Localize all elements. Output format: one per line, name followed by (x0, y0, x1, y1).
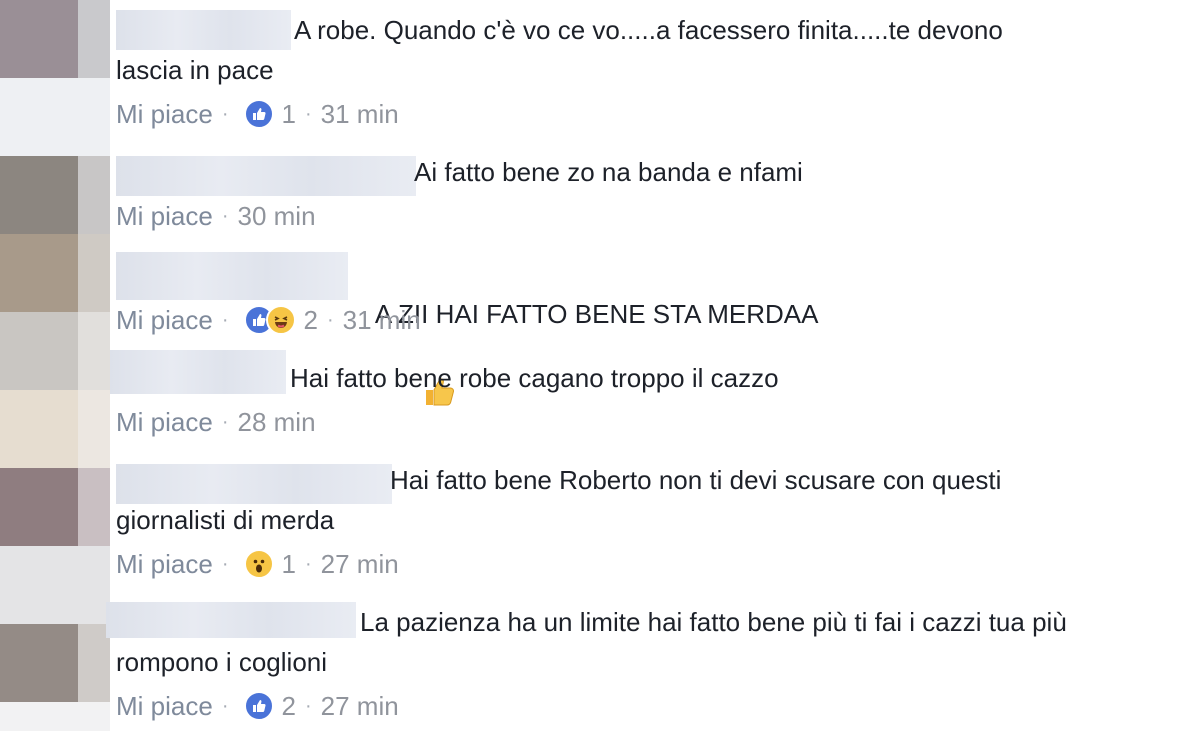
like-link[interactable]: Mi piace (116, 302, 213, 338)
separator-dot: · (221, 695, 229, 717)
avatar (0, 312, 78, 390)
comment-text: A robe. Quando c'è vo ce vo.....a facess… (116, 15, 1003, 85)
reaction-count[interactable]: 2 (304, 302, 318, 338)
author-name-redacted[interactable] (116, 252, 348, 300)
like-link[interactable]: Mi piace (116, 96, 213, 132)
wow-reaction-icon (243, 549, 274, 579)
comment-meta: Mi piace · 1 · 27 min (116, 546, 399, 582)
timestamp[interactable]: 31 min (343, 302, 421, 338)
separator-dot: · (221, 553, 229, 575)
comment-text: Ai fatto bene zo na banda e nfami (414, 157, 803, 187)
avatar (78, 156, 110, 234)
like-reaction-icon (243, 691, 274, 721)
avatar (78, 0, 110, 78)
timestamp[interactable]: 27 min (321, 546, 399, 582)
timestamp[interactable]: 30 min (238, 198, 316, 234)
avatar (78, 390, 110, 468)
like-link[interactable]: Mi piace (116, 546, 213, 582)
avatar (0, 0, 78, 78)
like-link[interactable]: Mi piace (116, 198, 213, 234)
like-reaction-icon (243, 99, 274, 129)
avatar (78, 234, 110, 312)
separator-dot: · (304, 103, 312, 125)
separator-dot: · (221, 103, 229, 125)
avatar (0, 702, 110, 731)
like-link[interactable]: Mi piace (116, 688, 213, 724)
avatar (0, 468, 78, 546)
comment-text: La pazienza ha un limite hai fatto bene … (116, 607, 1067, 677)
comment-meta: Mi piace · 2 · 31 min (116, 302, 421, 338)
comment-text: Hai fatto bene Roberto non ti devi scusa… (116, 465, 1002, 535)
separator-dot: · (221, 205, 229, 227)
separator-dot: · (221, 309, 229, 331)
comment-meta: Mi piace · 2 · 27 min (116, 688, 399, 724)
comment-meta: Mi piace · 28 min (116, 404, 316, 440)
like-link[interactable]: Mi piace (116, 404, 213, 440)
separator-dot: · (304, 553, 312, 575)
author-name-redacted[interactable] (116, 156, 416, 196)
reactions[interactable] (243, 691, 274, 721)
avatar-strip (0, 0, 110, 731)
avatar (78, 312, 110, 390)
avatar (0, 78, 110, 156)
reactions[interactable] (243, 549, 274, 579)
avatar (0, 624, 78, 702)
comment-text-content: A ZII HAI FATTO BENE STA MERDAA (374, 299, 819, 329)
avatar (78, 468, 110, 546)
timestamp[interactable]: 31 min (321, 96, 399, 132)
timestamp[interactable]: 27 min (321, 688, 399, 724)
separator-dot: · (221, 411, 229, 433)
reactions[interactable] (243, 305, 296, 335)
comment-meta: Mi piace · 1 · 31 min (116, 96, 399, 132)
haha-reaction-icon (265, 305, 296, 335)
comment-meta: Mi piace · 30 min (116, 198, 316, 234)
separator-dot: · (304, 695, 312, 717)
reactions[interactable] (243, 99, 274, 129)
author-name-redacted[interactable] (110, 350, 286, 394)
separator-dot: · (326, 309, 334, 331)
reaction-count[interactable]: 1 (282, 546, 296, 582)
avatar (0, 546, 110, 624)
reaction-count[interactable]: 1 (282, 96, 296, 132)
timestamp[interactable]: 28 min (238, 404, 316, 440)
avatar (0, 390, 78, 468)
reaction-count[interactable]: 2 (282, 688, 296, 724)
avatar (0, 234, 78, 312)
avatar (0, 156, 78, 234)
comment-text: Hai fatto bene robe cagano troppo il caz… (290, 363, 779, 393)
